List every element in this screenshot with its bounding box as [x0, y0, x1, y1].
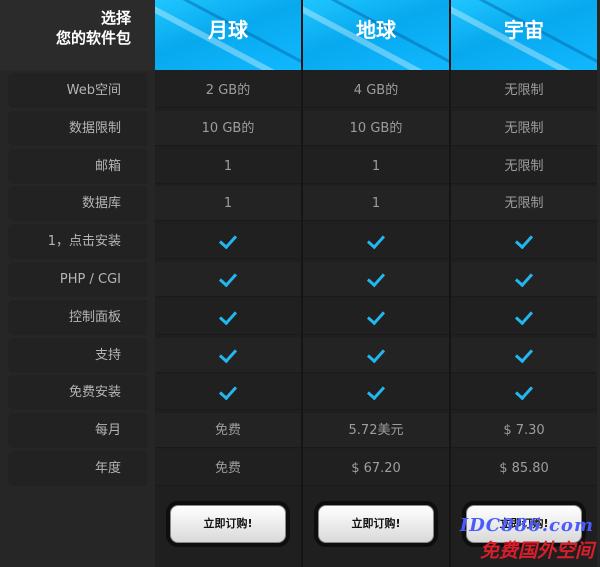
feature-label: PHP / CGI	[8, 262, 147, 297]
table-row: 数据限制 10 GB的 10 GB的 无限制	[0, 110, 600, 147]
feature-value-universe: 无限制	[451, 110, 597, 146]
feature-value-earth: 10 GB的	[303, 110, 449, 146]
feature-cell-moon	[155, 337, 301, 373]
feature-cell-moon	[155, 299, 301, 335]
checkmark-icon	[366, 230, 386, 250]
checkmark-icon	[218, 382, 238, 401]
corner-title-line2: 您的软件包	[55, 29, 131, 47]
choose-package-title: 选择 您的软件包	[56, 8, 131, 48]
checkmark-icon	[514, 344, 534, 363]
feature-value-moon: 1	[155, 148, 301, 184]
table-row: 数据库 1 1 无限制	[0, 185, 600, 222]
feature-value-universe: 无限制	[451, 73, 597, 108]
column-divider	[301, 0, 303, 567]
plan-name-earth: 地球	[356, 18, 396, 42]
plan-header-moon: 月球	[155, 0, 301, 70]
feature-cell-earth	[303, 262, 449, 297]
table-row: 1，点击安装	[0, 223, 600, 260]
watermark-slogan: 免费国外空间	[479, 540, 594, 562]
feature-cell-earth	[303, 337, 449, 373]
feature-value-earth: 1	[303, 148, 449, 184]
feature-label: 数据库	[8, 186, 147, 222]
feature-value-moon: 10 GB的	[155, 110, 301, 146]
watermark: IDC886.com 免费国外空间	[460, 515, 594, 563]
checkmark-icon	[366, 344, 386, 363]
feature-cell-earth	[303, 375, 449, 411]
feature-cell-earth	[303, 224, 449, 260]
feature-label: 控制面板	[8, 299, 147, 335]
checkmark-icon	[514, 382, 534, 401]
table-row: 年度 免费 $ 67.20 $ 85.80	[0, 450, 600, 487]
feature-value-earth: $ 67.20	[303, 451, 449, 486]
watermark-site: IDC886.com	[459, 515, 594, 536]
feature-label: 邮箱	[8, 148, 147, 184]
order-button-earth[interactable]: 立即订购!	[318, 505, 434, 543]
feature-value-moon: 免费	[155, 451, 301, 486]
plan-name-universe: 宇宙	[504, 18, 544, 42]
feature-label: Web空间	[8, 73, 147, 108]
table-row: 控制面板	[0, 299, 600, 336]
checkmark-icon	[366, 382, 386, 401]
table-row: Web空间 2 GB的 4 GB的 无限制	[0, 72, 600, 109]
plan-name-moon: 月球	[208, 18, 248, 42]
feature-label: 免费安装	[8, 375, 147, 411]
checkmark-icon	[366, 306, 386, 326]
feature-cell-moon	[155, 375, 301, 411]
table-row: 邮箱 1 1 无限制	[0, 148, 600, 185]
feature-cell-universe	[451, 262, 597, 297]
feature-value-universe: 无限制	[451, 148, 597, 184]
feature-label: 年度	[8, 451, 147, 486]
column-divider	[449, 0, 451, 567]
table-corner: 选择 您的软件包	[0, 0, 155, 70]
plan-header-earth: 地球	[303, 0, 449, 70]
feature-cell-universe	[451, 299, 597, 335]
pricing-table: 选择 您的软件包 月球 地球 宇宙 Web空间 2 GB的 4 GB的 无限制 数据限制…	[0, 0, 600, 567]
feature-value-universe: $ 85.80	[451, 451, 597, 486]
feature-cell-universe	[451, 375, 597, 411]
checkmark-icon	[218, 230, 238, 250]
checkmark-icon	[218, 268, 238, 288]
feature-label: 支持	[8, 337, 147, 373]
order-button-moon[interactable]: 立即订购!	[170, 505, 286, 543]
feature-cell-earth	[303, 299, 449, 335]
feature-value-moon: 1	[155, 186, 301, 222]
plan-header-universe: 宇宙	[451, 0, 597, 70]
feature-label: 每月	[8, 413, 147, 449]
checkmark-icon	[514, 268, 534, 288]
feature-value-universe: $ 7.30	[451, 413, 597, 449]
checkmark-icon	[514, 306, 534, 326]
feature-value-moon: 2 GB的	[155, 73, 301, 108]
feature-cell-moon	[155, 224, 301, 260]
checkmark-icon	[218, 306, 238, 326]
feature-value-earth: 5.72美元	[303, 413, 449, 449]
table-row: 免费安装	[0, 374, 600, 411]
feature-label: 1，点击安装	[8, 224, 147, 260]
feature-value-earth: 4 GB的	[303, 73, 449, 108]
feature-label: 数据限制	[8, 110, 147, 146]
checkmark-icon	[514, 230, 534, 250]
checkmark-icon	[366, 268, 386, 288]
feature-cell-universe	[451, 337, 597, 373]
corner-title-line1: 选择	[100, 9, 131, 27]
feature-value-earth: 1	[303, 186, 449, 222]
feature-value-moon: 免费	[155, 413, 301, 449]
feature-cell-moon	[155, 262, 301, 297]
table-row: 每月 免费 5.72美元 $ 7.30	[0, 412, 600, 449]
table-row: 支持	[0, 337, 600, 374]
checkmark-icon	[218, 344, 238, 363]
table-row: PHP / CGI	[0, 261, 600, 298]
feature-value-universe: 无限制	[451, 186, 597, 222]
feature-cell-universe	[451, 224, 597, 260]
